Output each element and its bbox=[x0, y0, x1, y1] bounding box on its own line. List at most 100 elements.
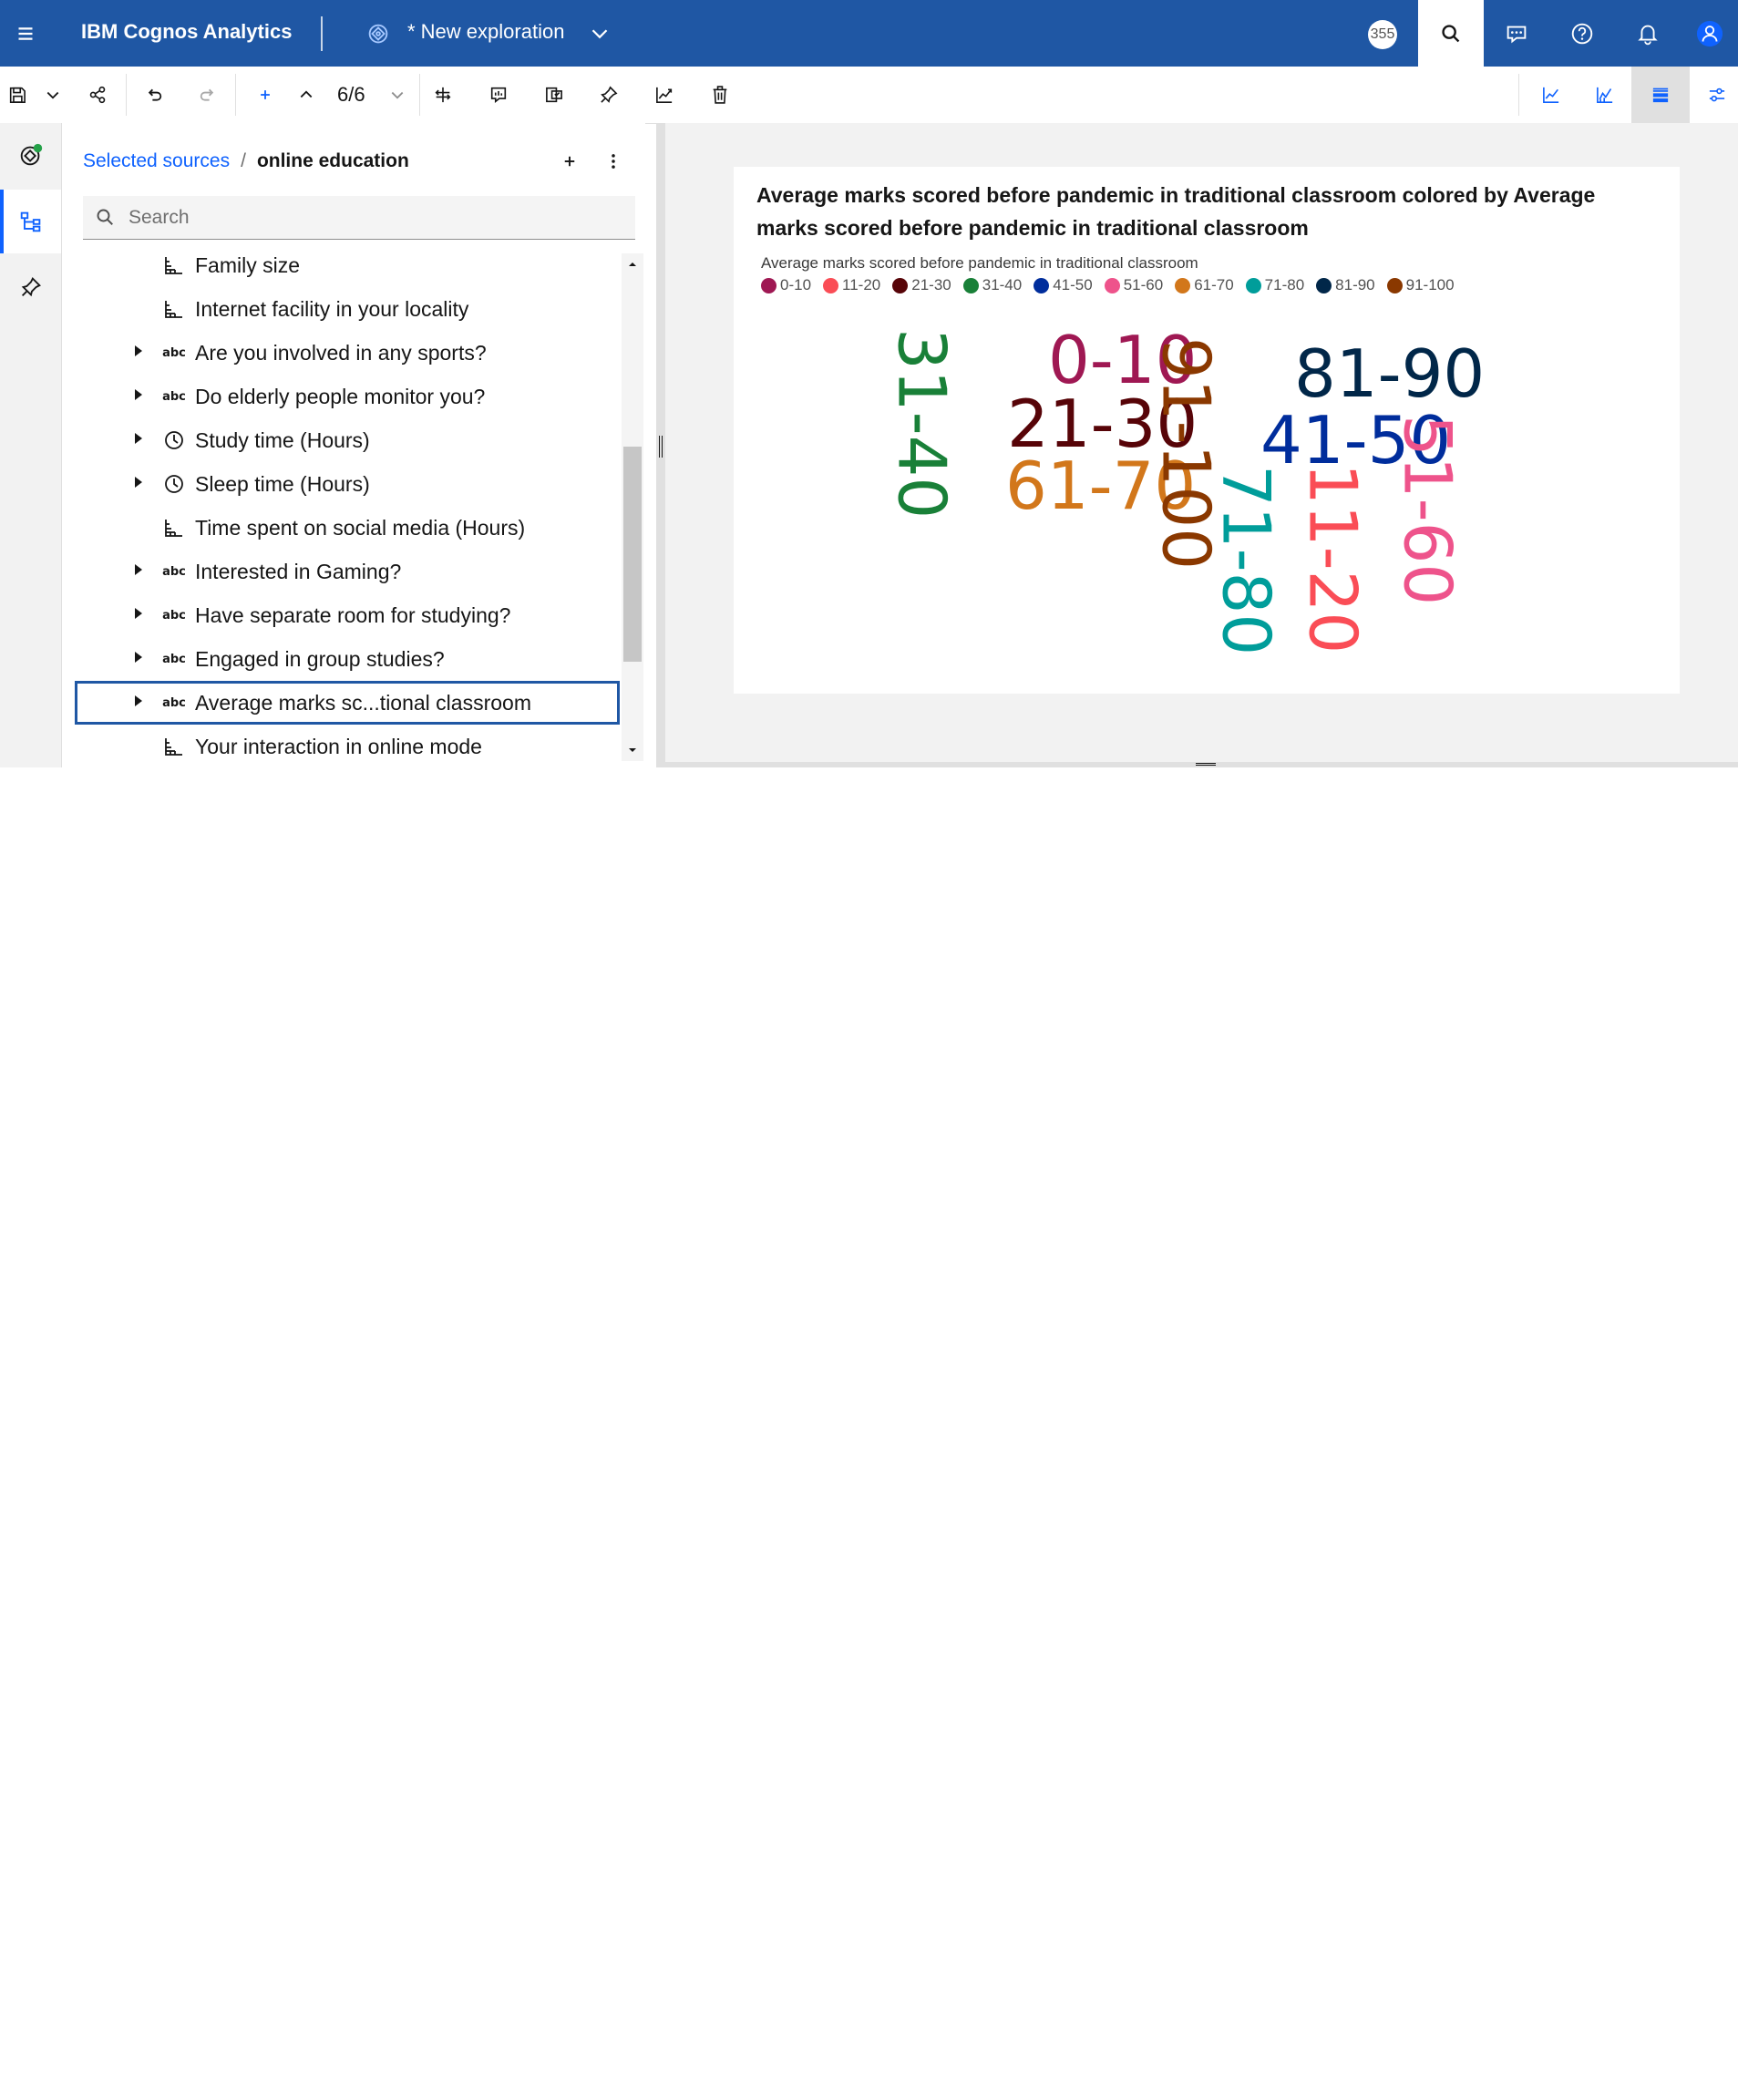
source-item-row[interactable]: Family size bbox=[75, 243, 620, 287]
legend-item[interactable]: 61-70 bbox=[1175, 275, 1234, 295]
legend-label: 21-30 bbox=[911, 276, 951, 293]
add-icon[interactable] bbox=[244, 67, 286, 123]
measure-icon bbox=[162, 254, 186, 276]
user-avatar-icon[interactable] bbox=[1681, 0, 1738, 67]
source-item-row[interactable]: Sleep time (Hours) bbox=[75, 462, 620, 506]
chat-icon[interactable] bbox=[1484, 0, 1549, 67]
source-item-row[interactable]: abc Are you involved in any sports? bbox=[75, 331, 620, 375]
word-cloud-word[interactable]: 31-40 bbox=[883, 328, 960, 519]
pin-icon[interactable] bbox=[588, 67, 630, 123]
source-item-row[interactable]: abc Interested in Gaming? bbox=[75, 550, 620, 593]
legend-item[interactable]: 81-90 bbox=[1316, 275, 1375, 295]
search-icon[interactable] bbox=[1418, 0, 1484, 67]
word-cloud-word[interactable]: 51-60 bbox=[1389, 415, 1465, 605]
splitter-grip-icon[interactable] bbox=[659, 436, 663, 458]
legend-swatch bbox=[1175, 277, 1191, 293]
bottom-splitter-grip-icon[interactable] bbox=[1196, 763, 1216, 766]
bell-icon[interactable] bbox=[1615, 0, 1681, 67]
exploration-title[interactable]: * New exploration bbox=[407, 20, 564, 44]
add-source-button[interactable] bbox=[556, 148, 583, 175]
source-item-row[interactable]: Your interaction in online mode bbox=[75, 725, 620, 763]
expand-caret-icon[interactable] bbox=[135, 433, 142, 444]
text-type-label: abc bbox=[162, 608, 186, 623]
chevron-down-icon[interactable] bbox=[568, 0, 632, 67]
legend-item[interactable]: 41-50 bbox=[1034, 275, 1093, 295]
expand-caret-icon[interactable] bbox=[135, 652, 142, 663]
source-item-row[interactable]: abc Do elderly people monitor you? bbox=[75, 375, 620, 418]
data-tree-icon[interactable] bbox=[0, 190, 61, 253]
search-field[interactable] bbox=[83, 196, 635, 240]
next-card-chevron-down-icon[interactable] bbox=[381, 67, 414, 123]
save-icon[interactable] bbox=[0, 67, 35, 123]
word-cloud-word[interactable]: 11-20 bbox=[1294, 463, 1371, 654]
legend-swatch bbox=[962, 277, 979, 293]
header-divider bbox=[321, 16, 323, 51]
text-type-icon: abc bbox=[162, 561, 186, 582]
app-title: IBM Cognos Analytics bbox=[81, 20, 293, 43]
delete-icon[interactable] bbox=[699, 67, 741, 123]
settings-sliders-icon[interactable] bbox=[1695, 67, 1738, 123]
source-item-row[interactable]: abc Average marks sc...tional classroom bbox=[75, 681, 620, 725]
empty-area bbox=[0, 767, 1738, 2100]
share-icon[interactable] bbox=[77, 67, 118, 123]
word-cloud: 0-1021-3061-7081-9041-5031-40 91-10071-80… bbox=[883, 322, 1485, 655]
legend-item[interactable]: 71-80 bbox=[1245, 275, 1304, 295]
breadcrumb-separator: / bbox=[241, 150, 246, 171]
legend-item[interactable]: 21-30 bbox=[892, 275, 951, 295]
scrollbar-thumb[interactable] bbox=[623, 447, 642, 662]
source-item-row[interactable]: Internet facility in your locality bbox=[75, 287, 620, 331]
previous-card-chevron-up-icon[interactable] bbox=[290, 67, 323, 123]
text-type-label: abc bbox=[162, 345, 186, 360]
source-item-label: Engaged in group studies? bbox=[195, 647, 445, 671]
legend-item[interactable]: 91-100 bbox=[1386, 275, 1455, 295]
data-table-icon[interactable] bbox=[1631, 67, 1690, 123]
breadcrumb-selected-sources-link[interactable]: Selected sources bbox=[83, 150, 230, 171]
breadcrumb-current-source: online education bbox=[256, 150, 409, 171]
forecast-chart-icon[interactable] bbox=[643, 67, 685, 123]
scroll-down-arrow-icon[interactable] bbox=[622, 739, 643, 761]
toolbar-divider bbox=[126, 74, 127, 116]
source-item-row[interactable]: abc Have separate room for studying? bbox=[75, 593, 620, 637]
text-type-icon: abc bbox=[162, 604, 186, 626]
text-type-label: abc bbox=[162, 652, 186, 666]
text-type-icon: abc bbox=[162, 692, 186, 714]
legend-swatch bbox=[1034, 277, 1050, 293]
text-type-icon: abc bbox=[162, 386, 186, 407]
legend-item[interactable]: 51-60 bbox=[1104, 275, 1163, 295]
expand-caret-icon[interactable] bbox=[135, 345, 142, 356]
help-icon[interactable] bbox=[1549, 0, 1615, 67]
undo-icon[interactable] bbox=[133, 67, 175, 123]
save-options-chevron-icon[interactable] bbox=[35, 67, 71, 123]
assistant-icon[interactable] bbox=[0, 123, 61, 187]
expand-caret-icon[interactable] bbox=[135, 389, 142, 400]
word-cloud-word[interactable]: 71-80 bbox=[1208, 465, 1284, 655]
pins-icon[interactable] bbox=[0, 255, 61, 319]
menu-icon[interactable] bbox=[0, 0, 51, 67]
compare-icon[interactable] bbox=[422, 67, 464, 123]
analytics-chart-icon[interactable] bbox=[1579, 67, 1631, 123]
expand-caret-icon[interactable] bbox=[135, 477, 142, 488]
legend-item[interactable]: 11-20 bbox=[823, 275, 880, 295]
text-type-icon: abc bbox=[162, 342, 186, 364]
expand-caret-icon[interactable] bbox=[135, 608, 142, 619]
insights-icon[interactable] bbox=[478, 67, 519, 123]
source-item-row[interactable]: Study time (Hours) bbox=[75, 418, 620, 462]
text-type-icon: abc bbox=[162, 648, 186, 670]
word-cloud-word[interactable]: 81-90 bbox=[1294, 335, 1485, 412]
scroll-up-arrow-icon[interactable] bbox=[622, 253, 643, 275]
expand-caret-icon[interactable] bbox=[135, 695, 142, 706]
source-item-label: Internet facility in your locality bbox=[195, 297, 469, 321]
line-chart-icon[interactable] bbox=[1524, 67, 1579, 123]
card-page-counter: 6/6 bbox=[337, 83, 365, 106]
expand-caret-icon[interactable] bbox=[135, 564, 142, 575]
source-item-row[interactable]: abc Engaged in group studies? bbox=[75, 637, 620, 681]
legend-item[interactable]: 0-10 bbox=[761, 275, 811, 295]
search-input[interactable] bbox=[127, 196, 622, 240]
legend-label: 91-100 bbox=[1405, 276, 1455, 293]
explain-icon[interactable] bbox=[533, 67, 575, 123]
overflow-menu-icon[interactable] bbox=[600, 148, 627, 175]
legend-swatch bbox=[1316, 277, 1332, 293]
redo-icon[interactable] bbox=[187, 67, 229, 123]
legend-item[interactable]: 31-40 bbox=[962, 275, 1022, 295]
source-item-row[interactable]: Time spent on social media (Hours) bbox=[75, 506, 620, 550]
